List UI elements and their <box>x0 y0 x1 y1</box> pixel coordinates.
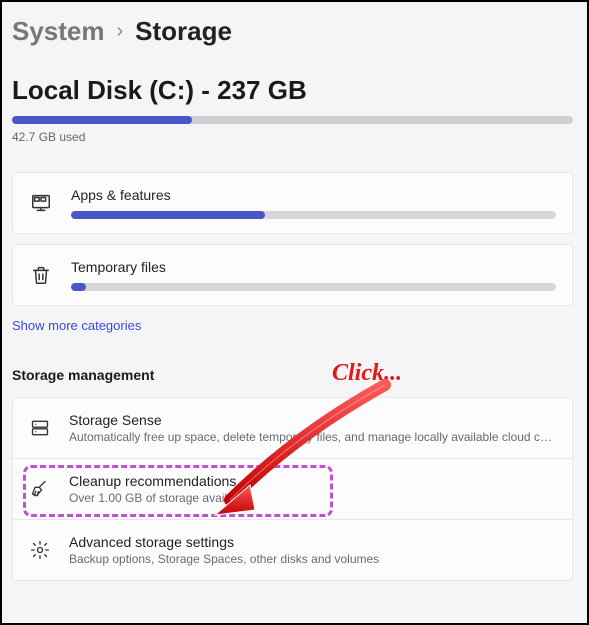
broom-icon <box>29 478 51 500</box>
management-item-title: Advanced storage settings <box>69 534 556 550</box>
breadcrumb: System › Storage <box>12 16 573 47</box>
category-bar <box>71 283 556 291</box>
breadcrumb-current: Storage <box>135 16 232 47</box>
trash-icon <box>29 263 53 287</box>
breadcrumb-parent[interactable]: System <box>12 16 105 47</box>
management-item[interactable]: Storage Sense Automatically free up space… <box>13 398 572 459</box>
management-item[interactable]: Cleanup recommendations Over 1.00 GB of s… <box>13 459 572 520</box>
category-bar <box>71 211 556 219</box>
apps-icon <box>29 191 53 215</box>
management-item-desc: Backup options, Storage Spaces, other di… <box>69 552 556 566</box>
storage-management-list: Storage Sense Automatically free up space… <box>12 397 573 581</box>
chevron-right-icon: › <box>117 20 124 43</box>
annotation-label: Click... <box>332 360 402 387</box>
management-item-desc: Over 1.00 GB of storage available. <box>69 491 556 505</box>
storage-category-card[interactable]: Apps & features <box>12 172 573 234</box>
storage-management-heading: Storage management <box>12 367 573 383</box>
storage-category-card[interactable]: Temporary files <box>12 244 573 306</box>
management-item-title: Cleanup recommendations <box>69 473 556 489</box>
category-title: Temporary files <box>71 259 556 275</box>
category-title: Apps & features <box>71 187 556 203</box>
show-more-categories-link[interactable]: Show more categories <box>12 318 573 333</box>
drive-icon <box>29 417 51 439</box>
management-item-title: Storage Sense <box>69 412 556 428</box>
disk-used-label: 42.7 GB used <box>12 130 573 144</box>
category-bar-fill <box>71 283 86 291</box>
management-item[interactable]: Advanced storage settings Backup options,… <box>13 520 572 580</box>
category-bar-fill <box>71 211 265 219</box>
disk-title: Local Disk (C:) - 237 GB <box>12 75 573 106</box>
disk-usage-bar-fill <box>12 116 192 124</box>
gear-icon <box>29 539 51 561</box>
disk-usage-bar <box>12 116 573 124</box>
management-item-desc: Automatically free up space, delete temp… <box>69 430 556 444</box>
